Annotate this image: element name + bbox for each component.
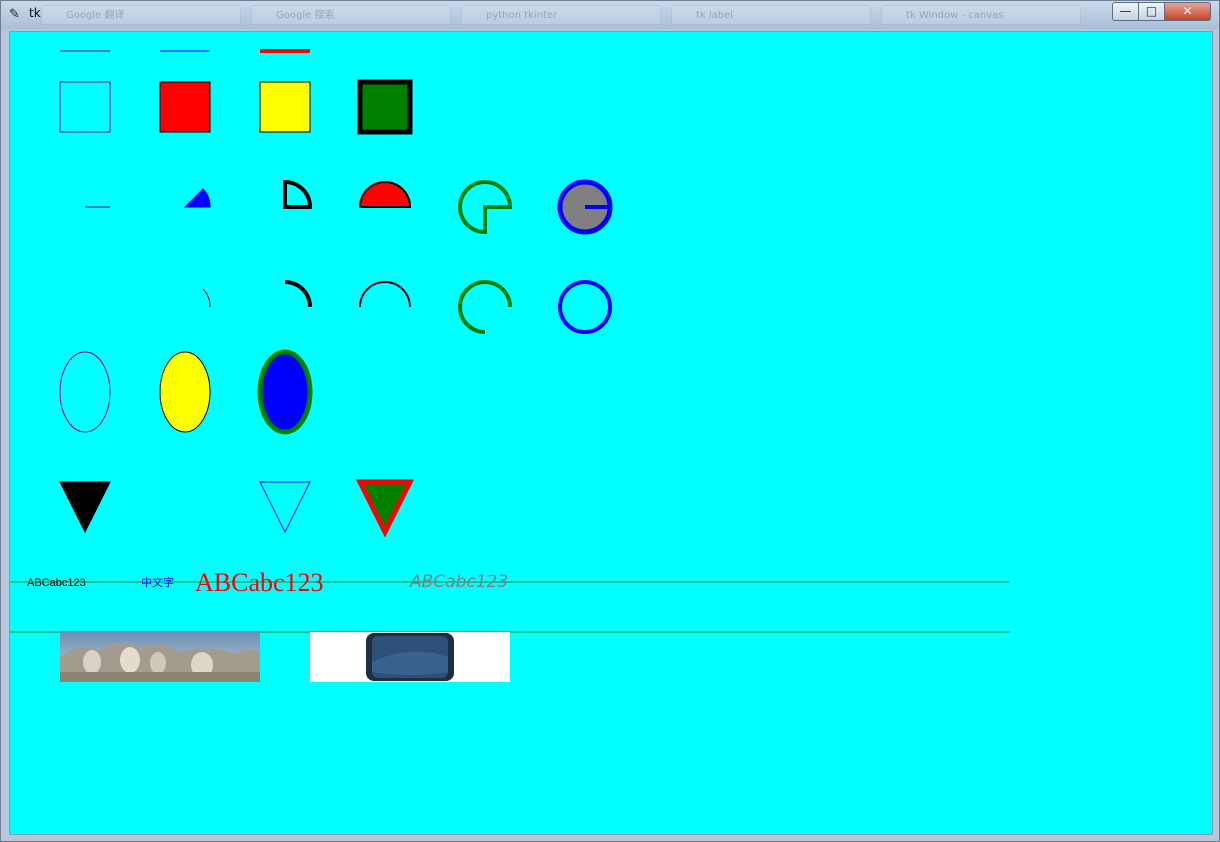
text-italic-gray: ABCabc123 bbox=[409, 572, 508, 592]
oval-yellow bbox=[159, 351, 211, 433]
bg-tab: Google 翻译 bbox=[41, 5, 241, 25]
rectangle-yellow bbox=[259, 81, 311, 133]
background-browser-tabs: Google 翻译 Google 搜索 python tkinter tk la… bbox=[41, 5, 1101, 27]
arc-full-blue bbox=[558, 280, 612, 334]
text-small: ABCabc123 bbox=[27, 577, 86, 589]
pie-slice-half-red bbox=[358, 181, 412, 208]
mount-rushmore-image bbox=[60, 632, 260, 682]
bg-tab: tk Window - canvas bbox=[881, 5, 1081, 25]
arc-half bbox=[359, 281, 411, 308]
triangle-black bbox=[59, 481, 111, 534]
maximize-button[interactable]: □ bbox=[1138, 2, 1165, 21]
bg-tab: tk label bbox=[671, 5, 871, 25]
text-chinese: 中文字 bbox=[141, 575, 174, 589]
app-window: ✎ tk Google 翻译 Google 搜索 python tkinter … bbox=[0, 0, 1220, 842]
window-title: tk bbox=[29, 6, 41, 20]
tk-canvas[interactable]: ABCabc123 中文字 ABCabc123 ABCabc123 bbox=[9, 31, 1213, 835]
oval-blue bbox=[257, 349, 313, 435]
smartphone-image bbox=[310, 632, 510, 682]
feather-icon: ✎ bbox=[9, 7, 20, 22]
triangle-outline-blue bbox=[259, 481, 311, 534]
bg-tab: python tkinter bbox=[461, 5, 661, 25]
triangle-green-red bbox=[355, 479, 415, 538]
canvas-drawing: ABCabc123 中文字 ABCabc123 ABCabc123 bbox=[10, 49, 1010, 682]
pie-slice-quarter bbox=[283, 179, 313, 209]
arc-small bbox=[202, 288, 211, 308]
minimize-button[interactable]: — bbox=[1112, 2, 1139, 21]
rectangle-red bbox=[159, 81, 211, 133]
close-button[interactable]: ✕ bbox=[1164, 2, 1211, 21]
text-large-red: ABCabc123 bbox=[195, 568, 324, 597]
title-bar[interactable]: ✎ tk Google 翻译 Google 搜索 python tkinter … bbox=[1, 1, 1219, 29]
bg-tab: Google 搜索 bbox=[251, 5, 451, 25]
pie-slice-green bbox=[458, 180, 513, 235]
rectangle-outline bbox=[59, 81, 111, 133]
arc-quarter bbox=[284, 280, 312, 308]
arc-green bbox=[458, 280, 512, 334]
rectangle-green bbox=[357, 79, 413, 135]
pie-slice-blue bbox=[183, 188, 211, 208]
oval-outline bbox=[59, 351, 111, 433]
